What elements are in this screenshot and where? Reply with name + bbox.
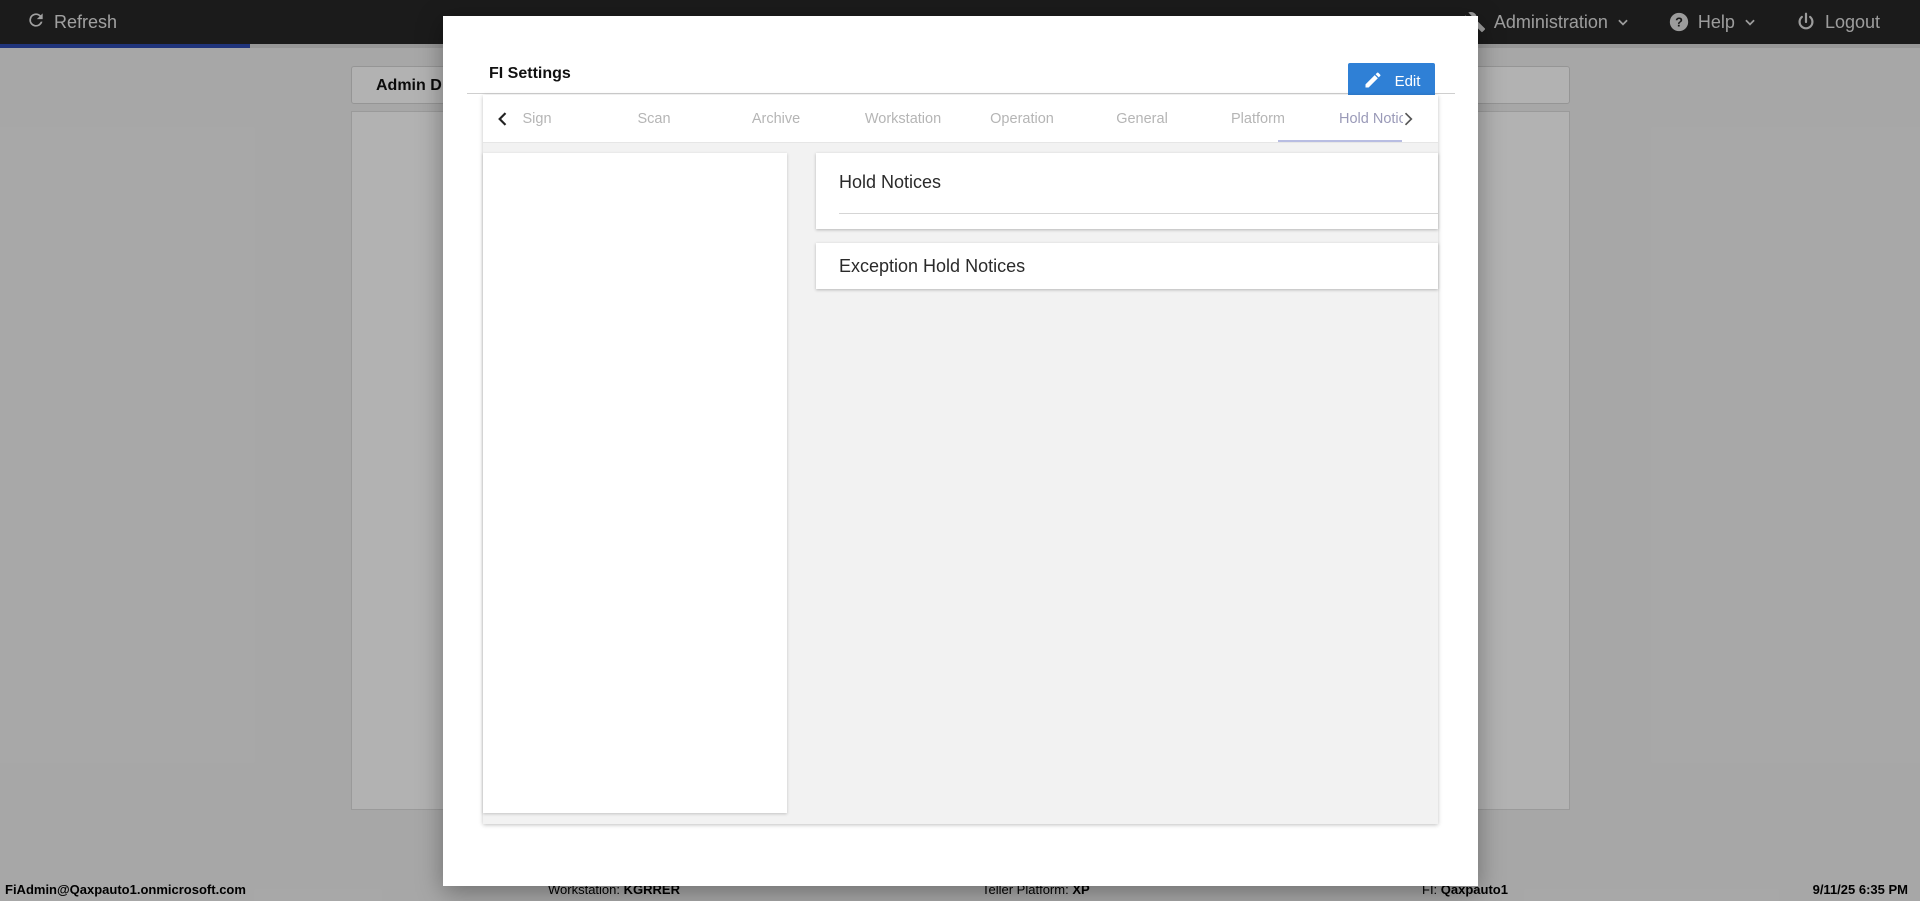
hold-notices-section[interactable]: Hold Notices (816, 153, 1438, 229)
hold-notices-title: Hold Notices (839, 172, 942, 192)
tab-scan[interactable]: Scan (623, 111, 685, 127)
fi-settings-dialog: FI Settings Edit Sign Scan Archive Works… (443, 16, 1478, 886)
tab-archive[interactable]: Archive (738, 111, 814, 127)
dialog-header: FI Settings Edit (467, 40, 1455, 100)
tab-platform[interactable]: Platform (1218, 111, 1298, 127)
exception-hold-notices-title: Exception Hold Notices (839, 256, 1026, 276)
edit-label: Edit (1394, 73, 1421, 90)
tab-general[interactable]: General (1101, 111, 1183, 127)
pencil-icon (1363, 70, 1383, 94)
settings-list-panel (483, 153, 787, 813)
section-divider (839, 213, 1438, 214)
tab-hold-notices[interactable]: Hold Notic (1339, 111, 1403, 127)
tab-sign[interactable]: Sign (510, 111, 564, 127)
tab-scroll-right-button[interactable] (1398, 109, 1418, 129)
settings-card: Sign Scan Archive Workstation Operation … (483, 95, 1438, 824)
chevron-right-icon (1404, 112, 1413, 126)
tab-operation[interactable]: Operation (977, 111, 1067, 127)
active-tab-indicator (1278, 140, 1402, 142)
dialog-title: FI Settings (489, 65, 571, 82)
tab-workstation[interactable]: Workstation (853, 111, 953, 127)
tab-content-area: Hold Notices Exception Hold Notices (483, 143, 1438, 824)
exception-hold-notices-section[interactable]: Exception Hold Notices (816, 243, 1438, 289)
settings-tab-bar: Sign Scan Archive Workstation Operation … (483, 95, 1438, 143)
